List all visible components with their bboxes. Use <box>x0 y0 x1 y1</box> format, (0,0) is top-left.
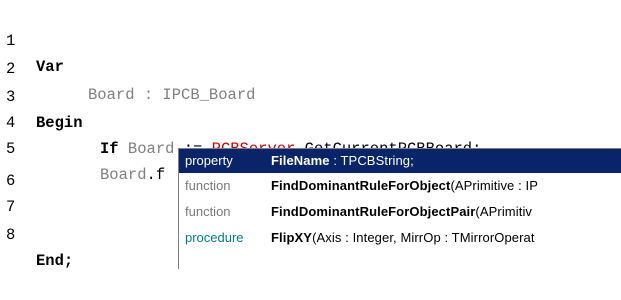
completion-kind: property <box>185 153 233 168</box>
keyword-var: Var <box>36 58 64 76</box>
completion-signature: (Axis : Integer, MirrOp : TMirrorOperat <box>312 230 535 245</box>
completion-signature: (APrimitive : IP <box>450 178 539 193</box>
completion-name: FindDominantRuleForObject <box>271 178 451 193</box>
code-line-4[interactable]: 4 If Board := PCBServer.GetCurrentPCBBoa… <box>0 84 481 158</box>
keyword-begin: Begin <box>36 114 83 132</box>
code-line-2[interactable]: 2 Board : IPCB_Board <box>0 30 255 104</box>
completion-item-filename[interactable]: property FileName : TPCBString; <box>179 149 621 173</box>
line-number: 8 <box>6 226 16 244</box>
completion-kind: function <box>185 178 231 193</box>
keyword-end: End; <box>36 252 74 270</box>
completion-item-flipxy[interactable]: procedure FlipXY(Axis : Integer, MirrOp … <box>179 226 621 250</box>
completion-kind: procedure <box>185 230 244 245</box>
completion-signature: : TPCBString; <box>329 153 414 168</box>
identifier-board: Board <box>88 86 135 104</box>
completion-name: FindDominantRuleForObjectPair <box>271 204 476 219</box>
code-completion-popup[interactable]: property FileName : TPCBString; function… <box>178 148 621 269</box>
completion-item-finddominantruleforobject[interactable]: function FindDominantRuleForObject(APrim… <box>179 174 621 198</box>
completion-name: FlipXY <box>271 230 313 245</box>
colon: : <box>134 86 163 104</box>
member-prefix: .f <box>146 166 166 184</box>
keyword-if: If <box>100 140 119 158</box>
code-line-3[interactable]: 3 Begin <box>0 58 83 132</box>
code-line-7[interactable]: 7 <box>0 168 37 216</box>
completion-item-finddominantruleforobjectpair[interactable]: function FindDominantRuleForObjectPair(A… <box>179 200 621 224</box>
completion-signature: (APrimitiv <box>475 204 533 219</box>
code-line-1[interactable]: 1 Var <box>0 2 64 76</box>
code-line-6[interactable]: 6 <box>0 142 37 190</box>
identifier-board: Board <box>100 166 147 184</box>
identifier-board: Board <box>127 140 175 158</box>
completion-kind: function <box>185 204 231 219</box>
completion-name: FileName <box>271 153 330 168</box>
code-line-5[interactable]: 5 Board.f <box>0 110 165 184</box>
code-line-8[interactable]: 8 End; <box>0 196 73 270</box>
type-name: IPCB_Board <box>162 86 256 104</box>
